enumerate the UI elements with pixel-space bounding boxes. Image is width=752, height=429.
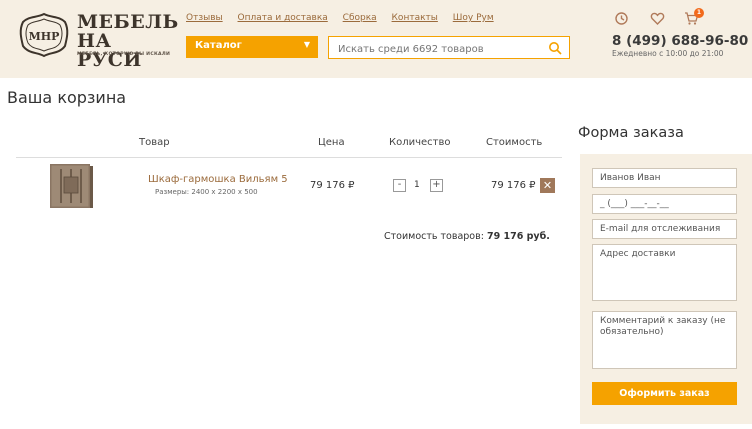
email-field[interactable]: E-mail для отслеживания <box>592 219 737 239</box>
logo-emblem-text: МНР <box>29 30 60 43</box>
search-icon[interactable] <box>548 41 562 55</box>
nav-link-assembly[interactable]: Сборка <box>343 13 377 23</box>
cart-total: Стоимость товаров: 79 176 руб. <box>384 231 550 242</box>
nav-link-contacts[interactable]: Контакты <box>392 13 438 23</box>
name-field[interactable]: Иванов Иван <box>592 168 737 188</box>
table-divider <box>16 157 562 158</box>
cart-button[interactable]: 1 <box>684 8 704 26</box>
site-header: МНР МЕБЕЛЬ НА РУСИ МЕБЕЛЬ, КОТОРУЮ ВЫ ИС… <box>0 0 752 78</box>
catalog-label: Каталог <box>195 40 242 51</box>
order-form-title: Форма заказа <box>578 125 684 141</box>
quantity-increase-button[interactable]: + <box>430 179 443 192</box>
logo-title-line2: НА РУСИ <box>77 30 142 71</box>
address-field[interactable]: Адрес доставки <box>592 244 737 301</box>
quantity-decrease-button[interactable]: - <box>393 179 406 192</box>
column-header-quantity: Количество <box>389 137 451 148</box>
cart-total-label: Стоимость товаров: <box>384 231 484 242</box>
nav-link-reviews[interactable]: Отзывы <box>186 13 223 23</box>
column-header-price: Цена <box>318 137 345 148</box>
logo-title: МЕБЕЛЬ НА РУСИ <box>77 13 179 70</box>
remove-item-button[interactable]: ✕ <box>540 178 555 193</box>
product-price: 79 176 ₽ <box>310 180 355 191</box>
product-sizes: Размеры: 2400 x 2200 x 500 <box>155 188 258 196</box>
nav-link-showroom[interactable]: Шоу Рум <box>453 13 494 23</box>
submit-order-button[interactable]: Оформить заказ <box>592 382 737 405</box>
column-header-product: Товар <box>139 137 170 148</box>
logo-emblem: МНР <box>19 12 69 58</box>
product-image[interactable] <box>48 163 94 209</box>
site-logo[interactable]: МНР МЕБЕЛЬ НА РУСИ МЕБЕЛЬ, КОТОРУЮ ВЫ ИС… <box>19 12 178 70</box>
search-box <box>328 36 570 60</box>
page-title: Ваша корзина <box>7 88 127 107</box>
column-header-cost: Стоимость <box>486 137 543 148</box>
catalog-button[interactable]: Каталог ▼ <box>186 36 318 58</box>
nav-link-payment-delivery[interactable]: Оплата и доставка <box>238 13 328 23</box>
cart-total-value: 79 176 руб. <box>486 231 550 242</box>
history-icon[interactable] <box>614 11 629 26</box>
phone-field[interactable]: _ (___) ___-__-__ <box>592 194 737 214</box>
logo-tagline: МЕБЕЛЬ, КОТОРУЮ ВЫ ИСКАЛИ <box>77 52 171 57</box>
quantity-value[interactable]: 1 <box>414 180 420 190</box>
working-hours: Ежедневно с 10:00 до 21:00 <box>612 49 724 58</box>
top-nav: Отзывы Оплата и доставка Сборка Контакты… <box>186 13 506 23</box>
cart-count-badge: 1 <box>694 8 704 18</box>
product-cost: 79 176 ₽ <box>491 180 536 191</box>
chevron-down-icon: ▼ <box>303 40 310 49</box>
product-name-link[interactable]: Шкаф-гармошка Вильям 5 <box>148 174 288 185</box>
phone-number[interactable]: 8 (499) 688-96-80 <box>612 33 748 49</box>
search-input[interactable] <box>329 39 539 60</box>
heart-icon[interactable] <box>650 11 665 26</box>
comment-field[interactable]: Комментарий к заказу (не обязательно) <box>592 311 737 369</box>
header-icons: 1 <box>614 8 704 27</box>
